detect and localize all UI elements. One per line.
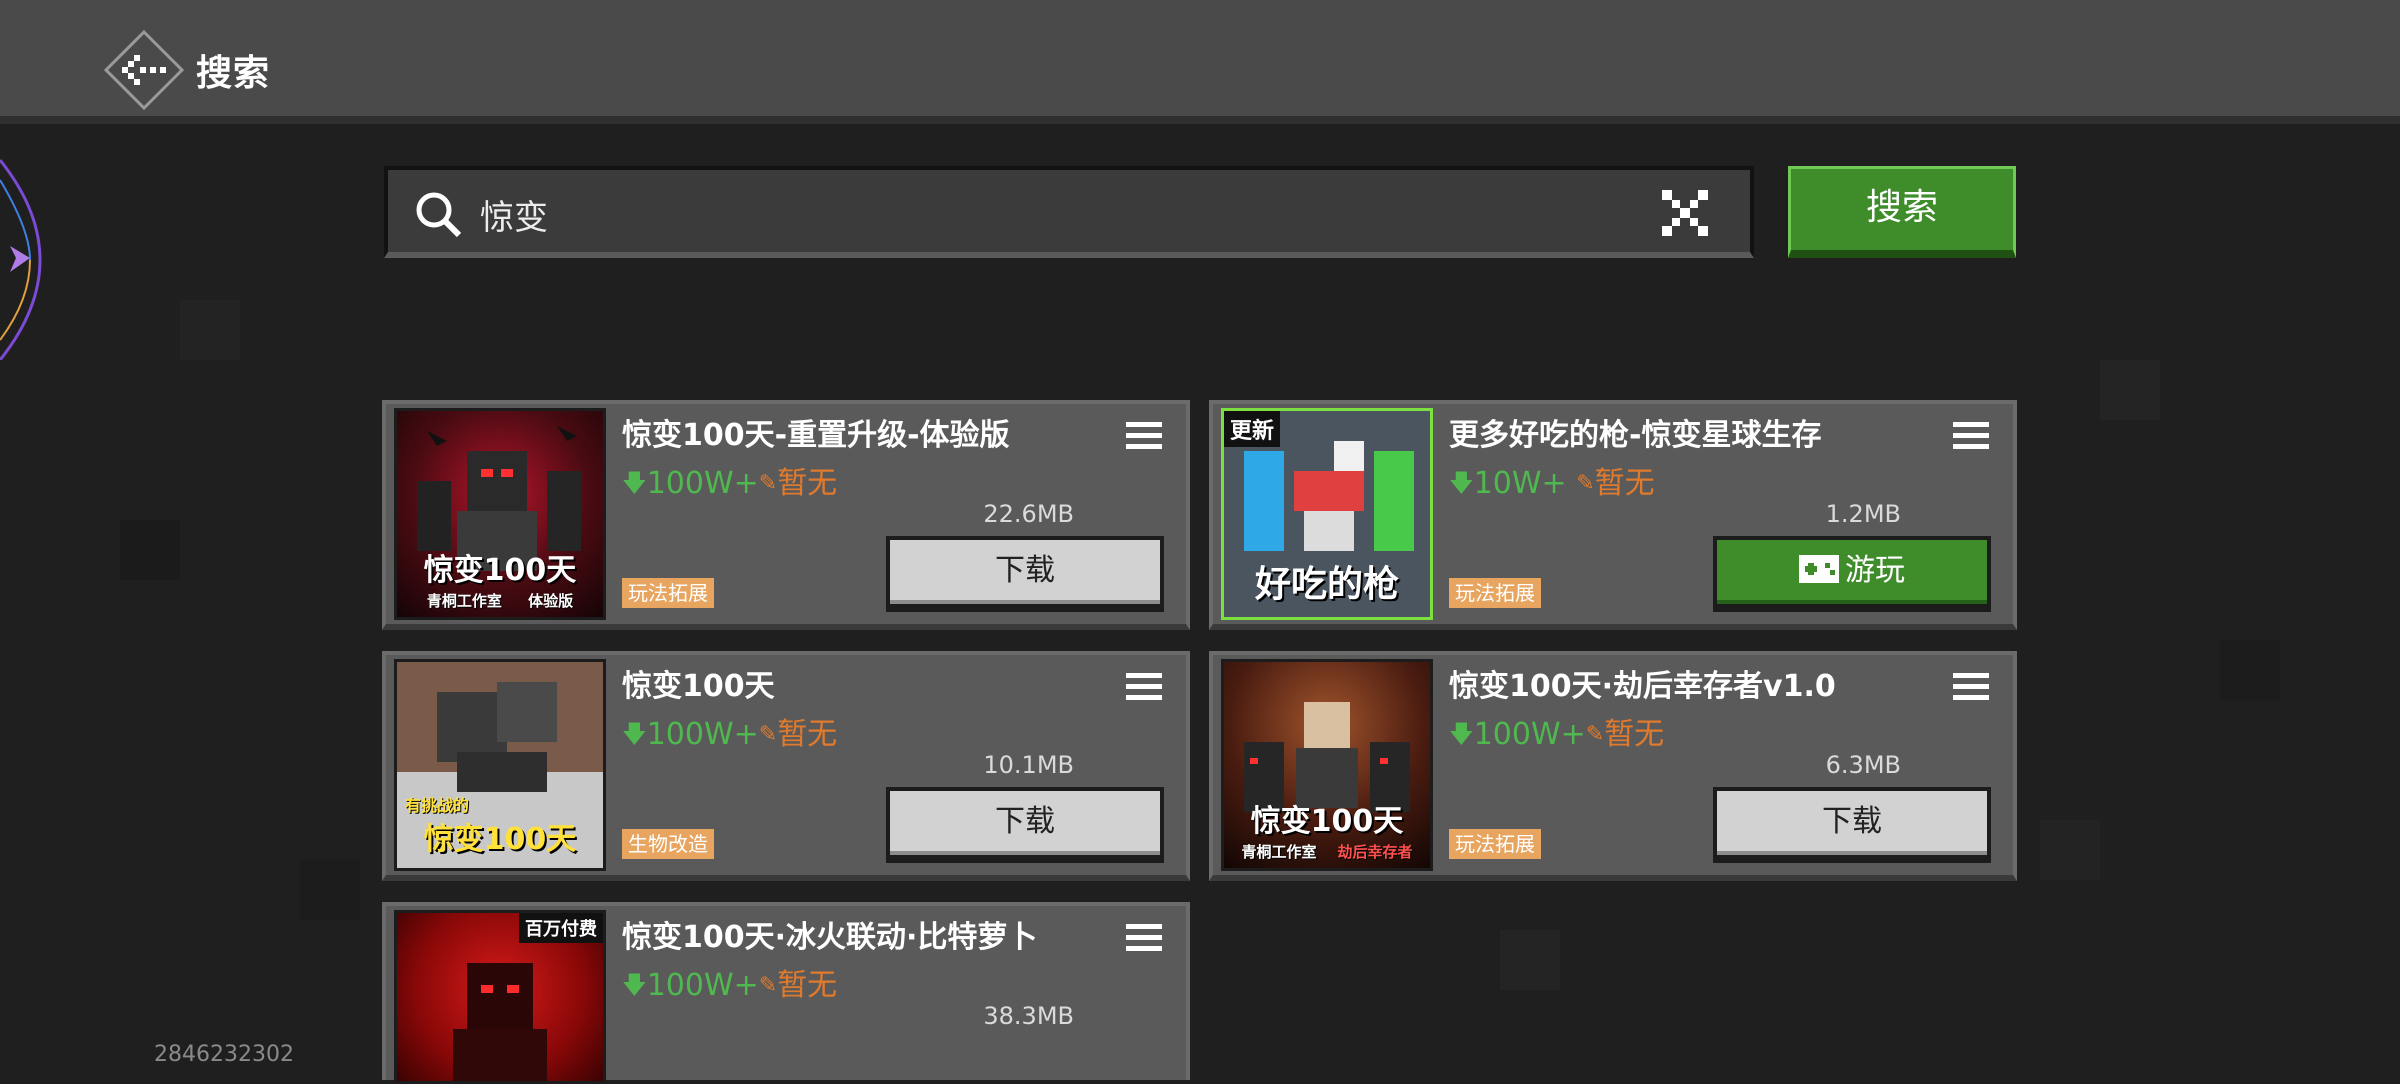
clear-search-icon[interactable] — [1660, 188, 1710, 238]
result-card[interactable]: 有挑战的 惊变100天 惊变100天 🡇100W+✎暂无 10.1MB 生物改造… — [382, 651, 1190, 881]
rating-icon: ✎ — [758, 973, 778, 998]
gamepad-icon — [1799, 555, 1839, 583]
thumbnail-caption: 惊变100天 — [423, 553, 577, 588]
download-count: 100W+ — [646, 466, 759, 501]
download-count: 100W+ — [1473, 717, 1586, 752]
category-tag: 玩法拓展 — [1449, 829, 1541, 859]
side-drawer-handle[interactable] — [0, 150, 50, 361]
thumbnail-subtitle: 有挑战的 — [405, 796, 470, 815]
rating-value: 暂无 — [777, 466, 838, 501]
category-tag: 玩法拓展 — [622, 578, 714, 608]
paid-badge: 百万付费 — [519, 913, 603, 943]
search-input[interactable]: 惊变 — [384, 166, 1754, 258]
thumbnail-edition: 劫后幸存者 — [1337, 843, 1413, 861]
rating-icon: ✎ — [1585, 722, 1605, 747]
thumbnail-edition: 体验版 — [528, 592, 574, 610]
download-button[interactable]: 下载 — [886, 787, 1164, 863]
download-button[interactable]: 下载 — [1713, 787, 1991, 863]
drawer-arrow-icon — [0, 159, 42, 361]
rating-icon: ✎ — [758, 722, 778, 747]
mod-thumbnail: 有挑战的 惊变100天 — [394, 659, 606, 871]
rating-icon: ✎ — [758, 471, 778, 496]
download-count: 100W+ — [646, 717, 759, 752]
result-card[interactable]: 惊变100天 青桐工作室 劫后幸存者 惊变100天·劫后幸存者v1.0 🡇100… — [1209, 651, 2017, 881]
rating-value: 暂无 — [1594, 466, 1655, 501]
rating-value: 暂无 — [1604, 717, 1665, 752]
back-button[interactable] — [104, 30, 184, 110]
user-id: 2846232302 — [154, 1042, 294, 1067]
more-menu-icon[interactable] — [1126, 924, 1162, 956]
thumbnail-subtitle: 青桐工作室 体验版 — [397, 590, 603, 611]
download-arrow-icon: 🡇 — [1449, 720, 1474, 748]
mod-thumbnail: 惊变100天 青桐工作室 体验版 — [394, 408, 606, 620]
result-card[interactable]: 百万付费 惊变100天·冰火联动·比特萝卜 🡇100W+✎暂无 38.3MB — [382, 902, 1190, 1084]
file-size: 22.6MB — [983, 500, 1074, 528]
search-query: 惊变 — [480, 198, 548, 238]
back-arrow-icon — [104, 30, 184, 110]
thumbnail-caption: 好吃的枪 — [1254, 564, 1399, 605]
result-card[interactable]: 更新 好吃的枪 更多好吃的枪-惊变星球生存 🡇10W+ ✎暂无 1.2MB 玩法… — [1209, 400, 2017, 630]
category-tag: 生物改造 — [622, 829, 714, 859]
thumbnail-caption: 惊变100天 — [423, 822, 577, 857]
category-tag: 玩法拓展 — [1449, 578, 1541, 608]
thumbnail-caption: 惊变100天 — [1250, 804, 1404, 839]
thumbnail-subtitle: 青桐工作室 劫后幸存者 — [1224, 841, 1430, 862]
mod-thumbnail: 惊变100天 青桐工作室 劫后幸存者 — [1221, 659, 1433, 871]
mod-stats: 🡇10W+ ✎暂无 — [1449, 458, 1655, 507]
more-menu-icon[interactable] — [1126, 673, 1162, 705]
download-arrow-icon: 🡇 — [622, 720, 647, 748]
mod-thumbnail: 百万付费 — [394, 910, 606, 1084]
search-icon — [416, 192, 462, 238]
mod-stats: 🡇100W+✎暂无 — [622, 960, 837, 1009]
thumbnail-studio: 青桐工作室 — [1241, 843, 1317, 861]
mod-title: 惊变100天·劫后幸存者v1.0 — [1449, 669, 1836, 704]
result-card[interactable]: 惊变100天 青桐工作室 体验版 惊变100天-重置升级-体验版 🡇100W+✎… — [382, 400, 1190, 630]
download-arrow-icon: 🡇 — [1449, 469, 1474, 497]
play-button[interactable]: 游玩 — [1713, 536, 1991, 612]
mod-title: 惊变100天·冰火联动·比特萝卜 — [622, 920, 1038, 955]
thumbnail-studio: 青桐工作室 — [426, 592, 502, 610]
mod-title: 更多好吃的枪-惊变星球生存 — [1449, 418, 1822, 453]
more-menu-icon[interactable] — [1126, 422, 1162, 454]
more-menu-icon[interactable] — [1953, 422, 1989, 454]
top-bar: 搜索 — [0, 0, 2400, 124]
download-arrow-icon: 🡇 — [622, 469, 647, 497]
mod-title: 惊变100天 — [622, 669, 775, 704]
download-arrow-icon: 🡇 — [622, 971, 647, 999]
play-button-label: 游玩 — [1845, 553, 1905, 588]
download-button[interactable]: 下载 — [886, 536, 1164, 612]
file-size: 6.3MB — [1825, 751, 1901, 779]
download-count: 100W+ — [646, 968, 759, 1003]
mod-stats: 🡇100W+✎暂无 — [1449, 709, 1664, 758]
mod-stats: 🡇100W+✎暂无 — [622, 458, 837, 507]
rating-icon: ✎ — [1576, 471, 1595, 496]
page-title: 搜索 — [196, 53, 271, 94]
update-badge: 更新 — [1224, 411, 1281, 447]
file-size: 10.1MB — [983, 751, 1074, 779]
download-count: 10W+ — [1473, 466, 1567, 501]
mod-thumbnail: 更新 好吃的枪 — [1221, 408, 1433, 620]
search-button[interactable]: 搜索 — [1788, 166, 2016, 258]
mod-stats: 🡇100W+✎暂无 — [622, 709, 837, 758]
mod-title: 惊变100天-重置升级-体验版 — [622, 418, 1010, 453]
rating-value: 暂无 — [777, 968, 838, 1003]
rating-value: 暂无 — [777, 717, 838, 752]
more-menu-icon[interactable] — [1953, 673, 1989, 705]
file-size: 1.2MB — [1825, 500, 1901, 528]
file-size: 38.3MB — [983, 1002, 1074, 1030]
background-pattern — [0, 0, 2400, 1080]
